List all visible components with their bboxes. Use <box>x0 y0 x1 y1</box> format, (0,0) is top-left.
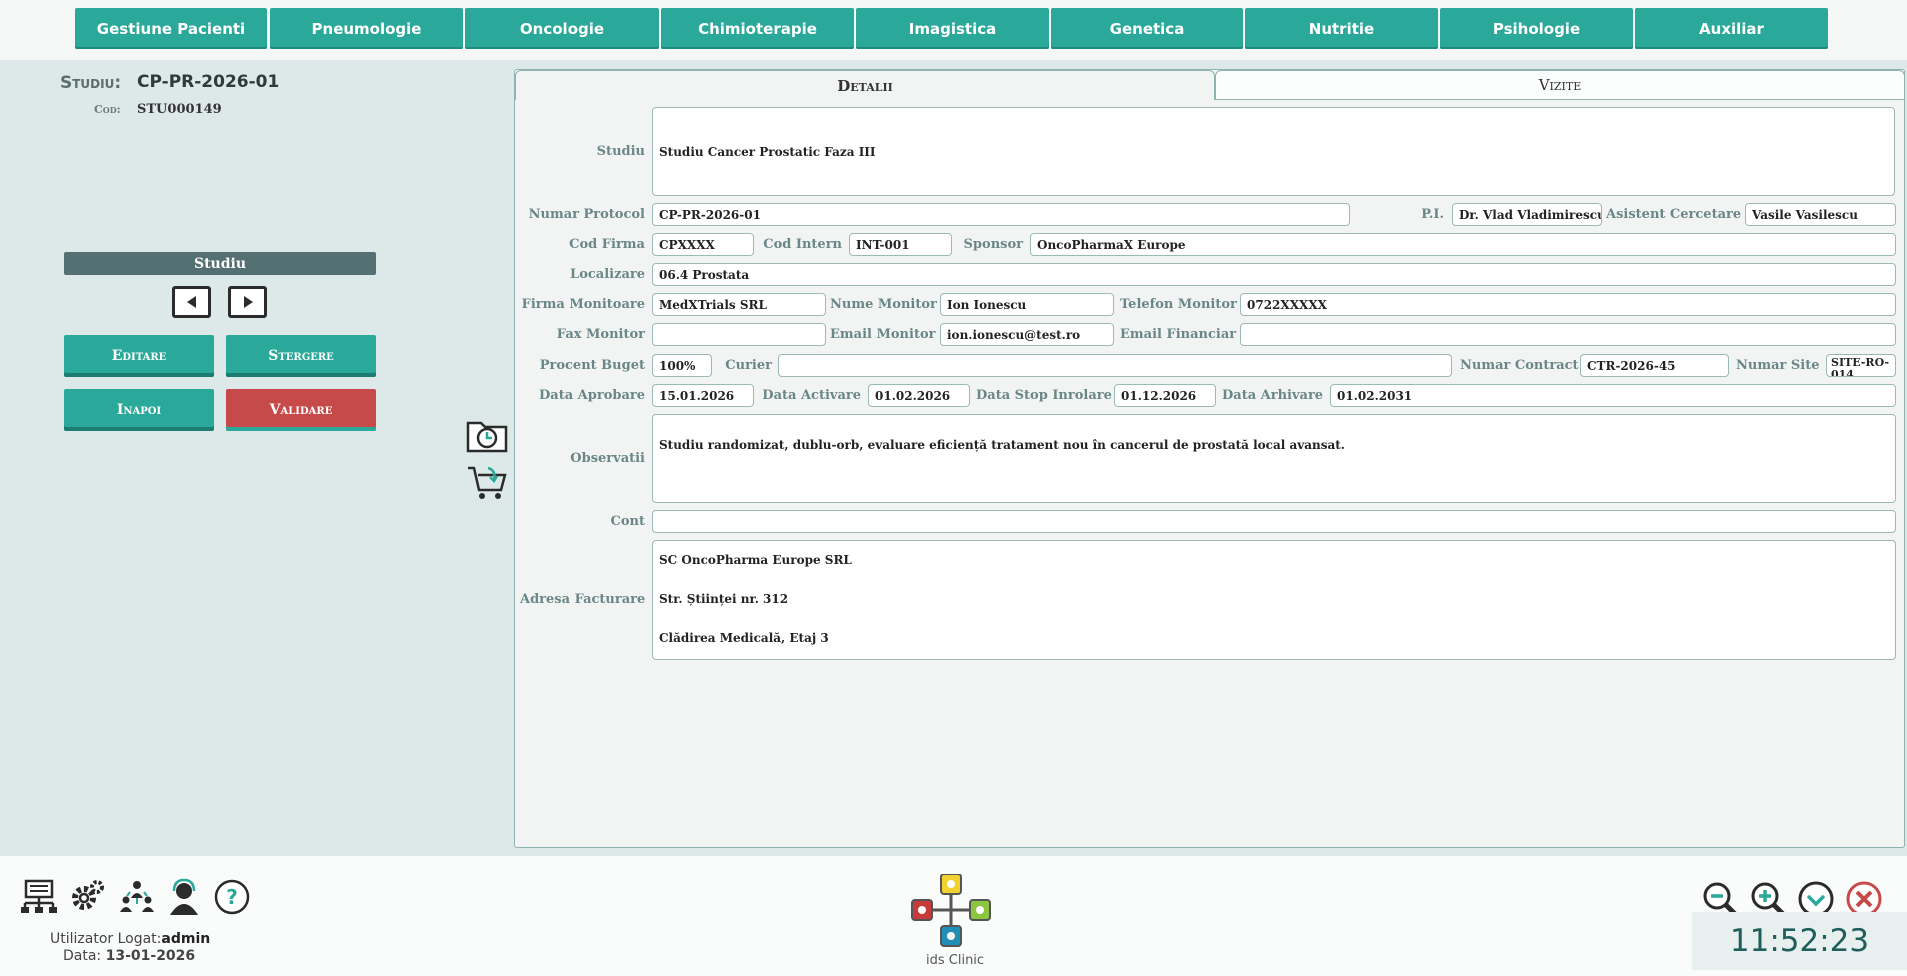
nav-oncologie[interactable]: Oncologie <box>465 8 659 49</box>
asistent-cercetare-label: Asistent Cercetare <box>1606 207 1742 222</box>
ids-clinic-logo <box>910 873 992 958</box>
cod-firma-label: Cod Firma <box>569 237 645 252</box>
firma-monitoare-field[interactable]: MedXTrials SRL <box>652 293 826 316</box>
gear-icon[interactable] <box>68 878 106 916</box>
observatii-label: Observatii <box>570 451 645 466</box>
email-monitor-field[interactable]: ion.ionescu@test.ro <box>940 323 1114 346</box>
validate-button[interactable]: Validare <box>226 389 376 431</box>
logo-text: ids Clinic <box>926 953 985 968</box>
tab-vizite[interactable]: Vizite <box>1215 70 1905 100</box>
numar-site-field[interactable]: SITE-RO-014 <box>1826 354 1896 377</box>
nav-imagistica[interactable]: Imagistica <box>856 8 1049 49</box>
group-header-studiu: Studiu <box>64 252 376 275</box>
nume-monitor-label: Nume Monitor <box>830 297 937 312</box>
curier-field[interactable] <box>778 354 1452 377</box>
studiu-field[interactable]: Studiu Cancer Prostatic Faza III <box>652 107 1895 196</box>
localizare-field[interactable]: 06.4 Prostata <box>652 263 1896 286</box>
current-date: Data: 13-01-2026 <box>63 948 195 964</box>
nav-genetica[interactable]: Genetica <box>1051 8 1243 49</box>
email-financiar-label: Email Financiar <box>1120 327 1237 342</box>
asistent-cercetare-field[interactable]: Vasile Vasilescu <box>1745 203 1896 226</box>
nav-nutritie[interactable]: Nutritie <box>1245 8 1438 49</box>
date-value: 13-01-2026 <box>105 948 196 964</box>
next-record-button[interactable] <box>228 286 267 318</box>
triangle-right-icon <box>243 296 253 308</box>
localizare-label: Localizare <box>570 267 645 282</box>
adresa-facturare-label: Adresa Facturare <box>520 592 646 607</box>
nav-gestiune-pacienti[interactable]: Gestiune Pacienti <box>75 8 267 49</box>
team-icon[interactable] <box>118 878 156 916</box>
sponsor-label: Sponsor <box>963 237 1023 252</box>
numar-contract-label: Numar Contract <box>1460 358 1579 373</box>
back-button[interactable]: Inapoi <box>64 389 214 431</box>
logged-user: Utilizator Logat:admin <box>50 931 210 947</box>
procent-buget-label: Procent Buget <box>539 358 645 373</box>
nav-pneumologie[interactable]: Pneumologie <box>270 8 463 49</box>
nav-auxiliar[interactable]: Auxiliar <box>1635 8 1828 49</box>
studiu-label: Studiu <box>596 144 645 159</box>
data-arhivare-label: Data Arhivare <box>1222 388 1324 403</box>
cod-intern-label: Cod Intern <box>763 237 842 252</box>
nav-psihologie[interactable]: Psihologie <box>1440 8 1633 49</box>
pi-field[interactable]: Dr. Vlad Vladimirescu <box>1452 203 1602 226</box>
data-arhivare-field[interactable]: 01.02.2031 <box>1330 384 1896 407</box>
study-title-label: Studiu: <box>60 73 122 93</box>
firma-monitoare-label: Firma Monitoare <box>521 297 645 312</box>
history-folder-icon[interactable] <box>466 417 508 457</box>
cod-label: Cod: <box>94 103 121 116</box>
numar-contract-field[interactable]: CTR-2026-45 <box>1580 354 1729 377</box>
numar-protocol-field[interactable]: CP-PR-2026-01 <box>652 203 1350 226</box>
cart-icon[interactable] <box>466 464 508 506</box>
observatii-field[interactable]: Studiu randomizat, dublu-orb, evaluare e… <box>652 414 1896 503</box>
procent-buget-field[interactable]: 100% <box>652 354 712 377</box>
cont-label: Cont <box>610 514 645 529</box>
numar-site-label: Numar Site <box>1736 358 1820 373</box>
user-value: admin <box>161 931 211 947</box>
data-aprobare-label: Data Aprobare <box>539 388 645 403</box>
telefon-monitor-field[interactable]: 0722XXXXX <box>1240 293 1896 316</box>
prev-record-button[interactable] <box>172 286 211 318</box>
user-label: Utilizator Logat: <box>50 931 162 947</box>
support-agent-icon[interactable] <box>165 878 203 916</box>
numar-protocol-label: Numar Protocol <box>528 207 645 222</box>
fax-monitor-field[interactable] <box>652 323 826 346</box>
nume-monitor-field[interactable]: Ion Ionescu <box>940 293 1114 316</box>
curier-label: Curier <box>725 358 772 373</box>
svg-text:?: ? <box>226 885 238 909</box>
telefon-monitor-label: Telefon Monitor <box>1120 297 1237 312</box>
cod-value: STU000149 <box>137 102 222 117</box>
clock: 11:52:23 <box>1692 912 1907 970</box>
cont-field[interactable] <box>652 510 1896 533</box>
help-icon[interactable]: ? <box>213 878 251 916</box>
pi-label: P.I. <box>1421 207 1444 222</box>
data-stop-inrolare-label: Data Stop Inrolare <box>976 388 1112 403</box>
fax-monitor-label: Fax Monitor <box>556 327 645 342</box>
top-nav-bar: Gestiune Pacienti Pneumologie Oncologie … <box>0 0 1907 60</box>
cod-intern-field[interactable]: INT-001 <box>849 233 952 256</box>
data-activare-field[interactable]: 01.02.2026 <box>868 384 970 407</box>
network-icon[interactable] <box>20 878 58 916</box>
adresa-facturare-field[interactable]: SC OncoPharma Europe SRL Str. Științei n… <box>652 540 1896 660</box>
date-label: Data: <box>63 948 102 964</box>
email-financiar-field[interactable] <box>1240 323 1896 346</box>
data-aprobare-field[interactable]: 15.01.2026 <box>652 384 754 407</box>
data-activare-label: Data Activare <box>762 388 861 403</box>
delete-button[interactable]: Stergere <box>226 335 376 377</box>
triangle-left-icon <box>186 296 196 308</box>
nav-chimioterapie[interactable]: Chimioterapie <box>661 8 854 49</box>
edit-button[interactable]: Editare <box>64 335 214 377</box>
data-stop-inrolare-field[interactable]: 01.12.2026 <box>1114 384 1216 407</box>
tab-detalii[interactable]: Detalii <box>515 70 1215 100</box>
sponsor-field[interactable]: OncoPharmaX Europe <box>1030 233 1896 256</box>
study-title-value: CP-PR-2026-01 <box>137 72 280 92</box>
email-monitor-label: Email Monitor <box>830 327 936 342</box>
cod-firma-field[interactable]: CPXXXX <box>652 233 754 256</box>
